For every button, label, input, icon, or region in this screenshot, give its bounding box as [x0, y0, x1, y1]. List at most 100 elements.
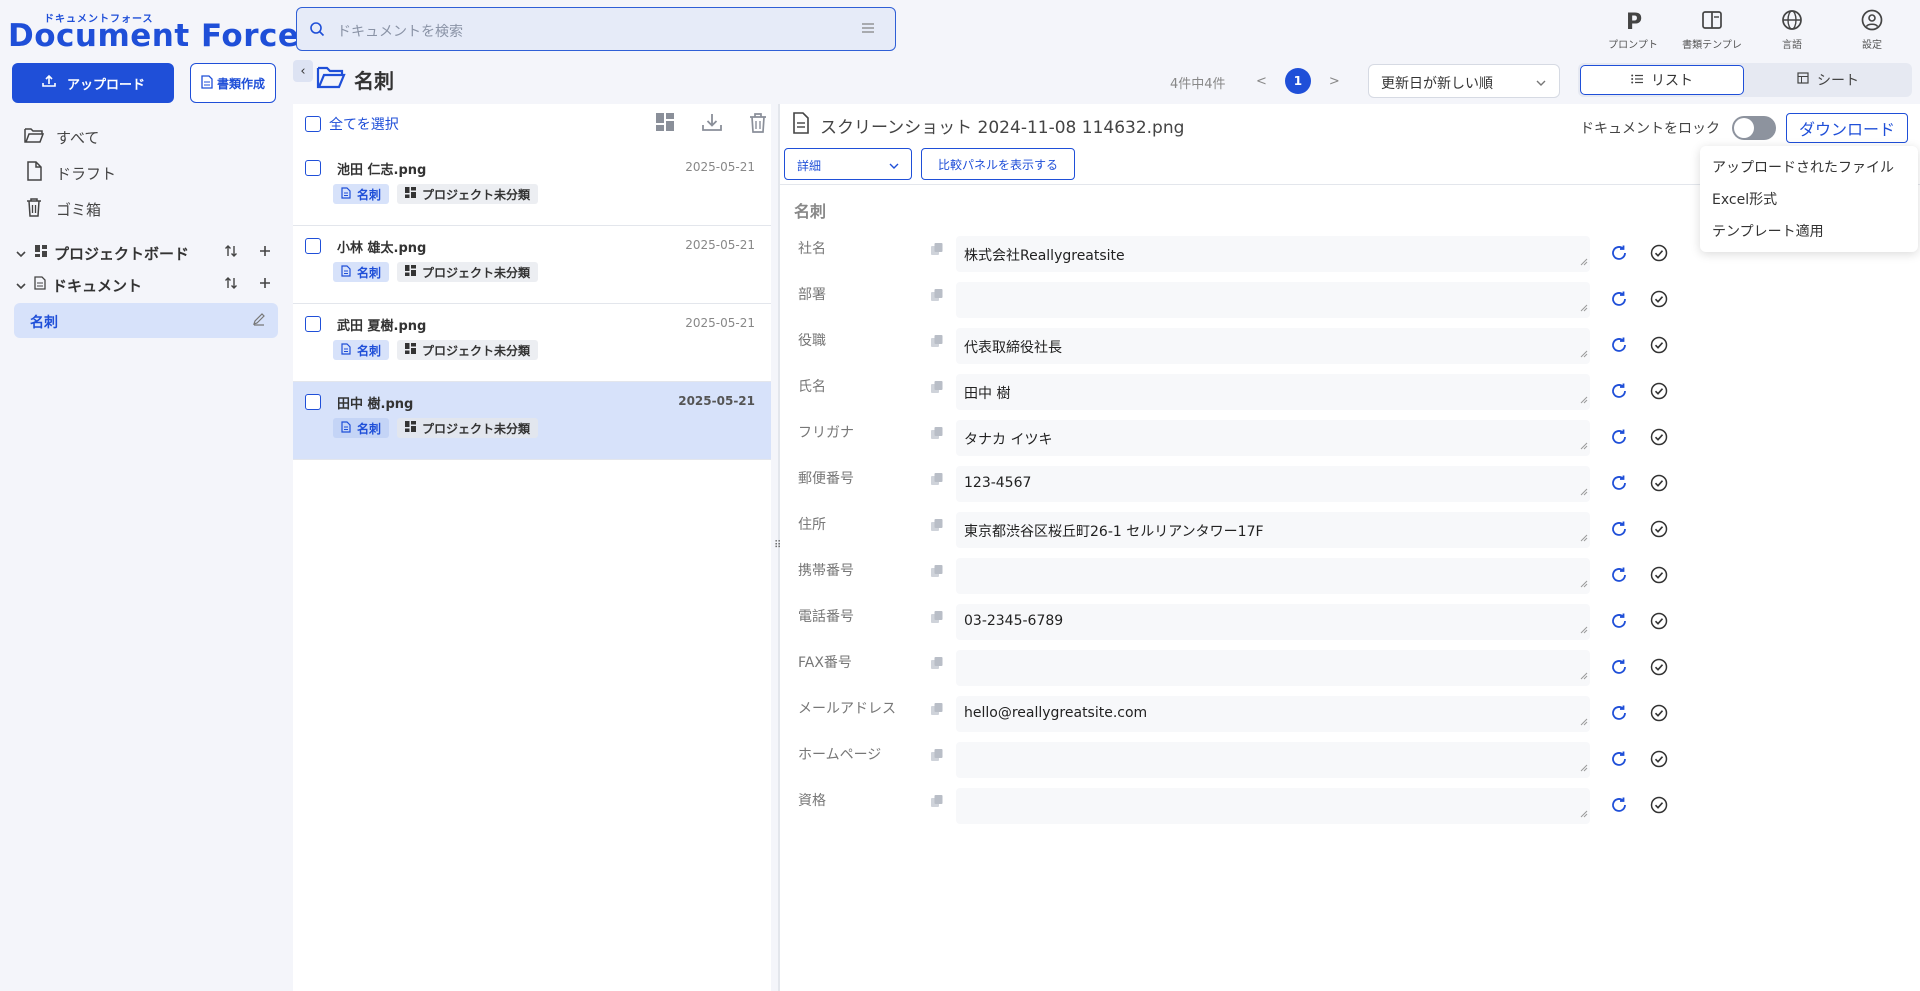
check-circle-icon[interactable]: [1650, 520, 1668, 542]
field-input[interactable]: 123-4567: [956, 466, 1590, 502]
search-box[interactable]: ドキュメントを検索: [296, 7, 896, 51]
chevron-down-icon[interactable]: [16, 276, 30, 294]
refresh-icon[interactable]: [1610, 474, 1628, 496]
collapse-sidebar-button[interactable]: ‹: [293, 60, 313, 82]
resize-handle-icon[interactable]: [1580, 806, 1588, 822]
resize-handle-icon[interactable]: [1580, 300, 1588, 316]
check-circle-icon[interactable]: [1650, 474, 1668, 496]
template-button[interactable]: 書類テンプレ: [1672, 8, 1752, 51]
row-checkbox[interactable]: [305, 160, 321, 176]
grid-icon[interactable]: [655, 112, 675, 138]
download-icon[interactable]: [701, 112, 723, 138]
refresh-icon[interactable]: [1610, 244, 1628, 266]
refresh-icon[interactable]: [1610, 290, 1628, 312]
list-item[interactable]: 池田 仁志.png 2025-05-21 名刺 プロジェクト未分類: [293, 148, 771, 226]
refresh-icon[interactable]: [1610, 612, 1628, 634]
copy-icon[interactable]: [930, 748, 944, 766]
chevron-down-icon[interactable]: [16, 244, 30, 262]
menu-item-template[interactable]: テンプレート適用: [1712, 221, 1824, 241]
refresh-icon[interactable]: [1610, 658, 1628, 680]
resize-handle-icon[interactable]: [1580, 622, 1588, 638]
resize-handle-icon[interactable]: [1580, 346, 1588, 362]
check-circle-icon[interactable]: [1650, 750, 1668, 772]
check-circle-icon[interactable]: [1650, 796, 1668, 818]
trash-icon[interactable]: [749, 112, 767, 138]
check-circle-icon[interactable]: [1650, 566, 1668, 588]
field-input[interactable]: [956, 650, 1590, 686]
copy-icon[interactable]: [930, 334, 944, 352]
field-input[interactable]: [956, 742, 1590, 778]
check-circle-icon[interactable]: [1650, 612, 1668, 634]
check-circle-icon[interactable]: [1650, 290, 1668, 312]
settings-button[interactable]: 設定: [1832, 8, 1912, 51]
field-input[interactable]: 株式会社Reallygreatsite: [956, 236, 1590, 272]
plus-icon[interactable]: [258, 276, 272, 294]
field-input[interactable]: 代表取締役社長: [956, 328, 1590, 364]
resize-handle-icon[interactable]: [1580, 254, 1588, 270]
resize-handle-icon[interactable]: [1580, 530, 1588, 546]
field-input[interactable]: [956, 558, 1590, 594]
menu-icon[interactable]: [861, 22, 875, 38]
refresh-icon[interactable]: [1610, 566, 1628, 588]
check-circle-icon[interactable]: [1650, 382, 1668, 404]
tree-item-business-card[interactable]: 名刺: [14, 303, 278, 338]
view-mode-select[interactable]: 詳細: [784, 148, 912, 180]
row-checkbox[interactable]: [305, 394, 321, 410]
resize-handle-icon[interactable]: [1580, 438, 1588, 454]
copy-icon[interactable]: [930, 472, 944, 490]
field-input[interactable]: [956, 282, 1590, 318]
field-value[interactable]: hello@reallygreatsite.com: [964, 705, 1147, 721]
refresh-icon[interactable]: [1610, 382, 1628, 404]
menu-item-excel[interactable]: Excel形式: [1712, 189, 1777, 209]
refresh-icon[interactable]: [1610, 750, 1628, 772]
field-input[interactable]: hello@reallygreatsite.com: [956, 696, 1590, 732]
check-circle-icon[interactable]: [1650, 428, 1668, 450]
download-button[interactable]: ダウンロード: [1786, 113, 1908, 143]
list-item[interactable]: 小林 雄太.png 2025-05-21 名刺 プロジェクト未分類: [293, 226, 771, 304]
field-value[interactable]: 東京都渋谷区桜丘町26-1 セルリアンタワー17F: [964, 521, 1264, 541]
copy-icon[interactable]: [930, 702, 944, 720]
field-value[interactable]: タナカ イツキ: [964, 429, 1052, 449]
field-value[interactable]: 株式会社Reallygreatsite: [964, 245, 1125, 265]
row-checkbox[interactable]: [305, 316, 321, 332]
copy-icon[interactable]: [930, 426, 944, 444]
copy-icon[interactable]: [930, 564, 944, 582]
next-page-button[interactable]: >: [1329, 74, 1340, 89]
resize-handle-icon[interactable]: [1580, 760, 1588, 776]
compare-panel-button[interactable]: 比較パネルを表示する: [921, 148, 1075, 180]
resize-handle-icon[interactable]: [1580, 392, 1588, 408]
copy-icon[interactable]: [930, 610, 944, 628]
lock-switch[interactable]: [1732, 116, 1776, 140]
copy-icon[interactable]: [930, 380, 944, 398]
refresh-icon[interactable]: [1610, 520, 1628, 542]
list-item[interactable]: 田中 樹.png 2025-05-21 名刺 プロジェクト未分類: [293, 382, 771, 460]
check-circle-icon[interactable]: [1650, 336, 1668, 358]
check-circle-icon[interactable]: [1650, 704, 1668, 726]
edit-icon[interactable]: [252, 312, 266, 330]
tab-sheet[interactable]: シート: [1746, 65, 1910, 95]
plus-icon[interactable]: [258, 244, 272, 262]
refresh-icon[interactable]: [1610, 428, 1628, 450]
field-value[interactable]: 代表取締役社長: [964, 337, 1062, 357]
copy-icon[interactable]: [930, 242, 944, 260]
field-value[interactable]: 123-4567: [964, 475, 1031, 491]
sort-select[interactable]: 更新日が新しい順: [1368, 64, 1560, 98]
resize-handle-icon[interactable]: [1580, 484, 1588, 500]
copy-icon[interactable]: [930, 656, 944, 674]
prompt-button[interactable]: P プロンプト: [1593, 8, 1673, 51]
copy-icon[interactable]: [930, 794, 944, 812]
sort-icon[interactable]: [224, 276, 238, 294]
upload-button[interactable]: アップロード: [12, 63, 174, 103]
resize-handle-icon[interactable]: [1580, 668, 1588, 684]
field-value[interactable]: 田中 樹: [964, 383, 1010, 403]
search-input[interactable]: ドキュメントを検索: [337, 21, 463, 41]
language-button[interactable]: 言語: [1752, 8, 1832, 51]
nav-draft[interactable]: ドラフト: [24, 161, 116, 185]
resize-handle-icon[interactable]: [1580, 714, 1588, 730]
field-input[interactable]: [956, 788, 1590, 824]
refresh-icon[interactable]: [1610, 704, 1628, 726]
menu-item-uploaded-file[interactable]: アップロードされたファイル: [1712, 157, 1894, 177]
prev-page-button[interactable]: <: [1256, 74, 1267, 89]
resize-handle-icon[interactable]: [1580, 576, 1588, 592]
create-document-button[interactable]: 書類作成: [190, 63, 276, 103]
